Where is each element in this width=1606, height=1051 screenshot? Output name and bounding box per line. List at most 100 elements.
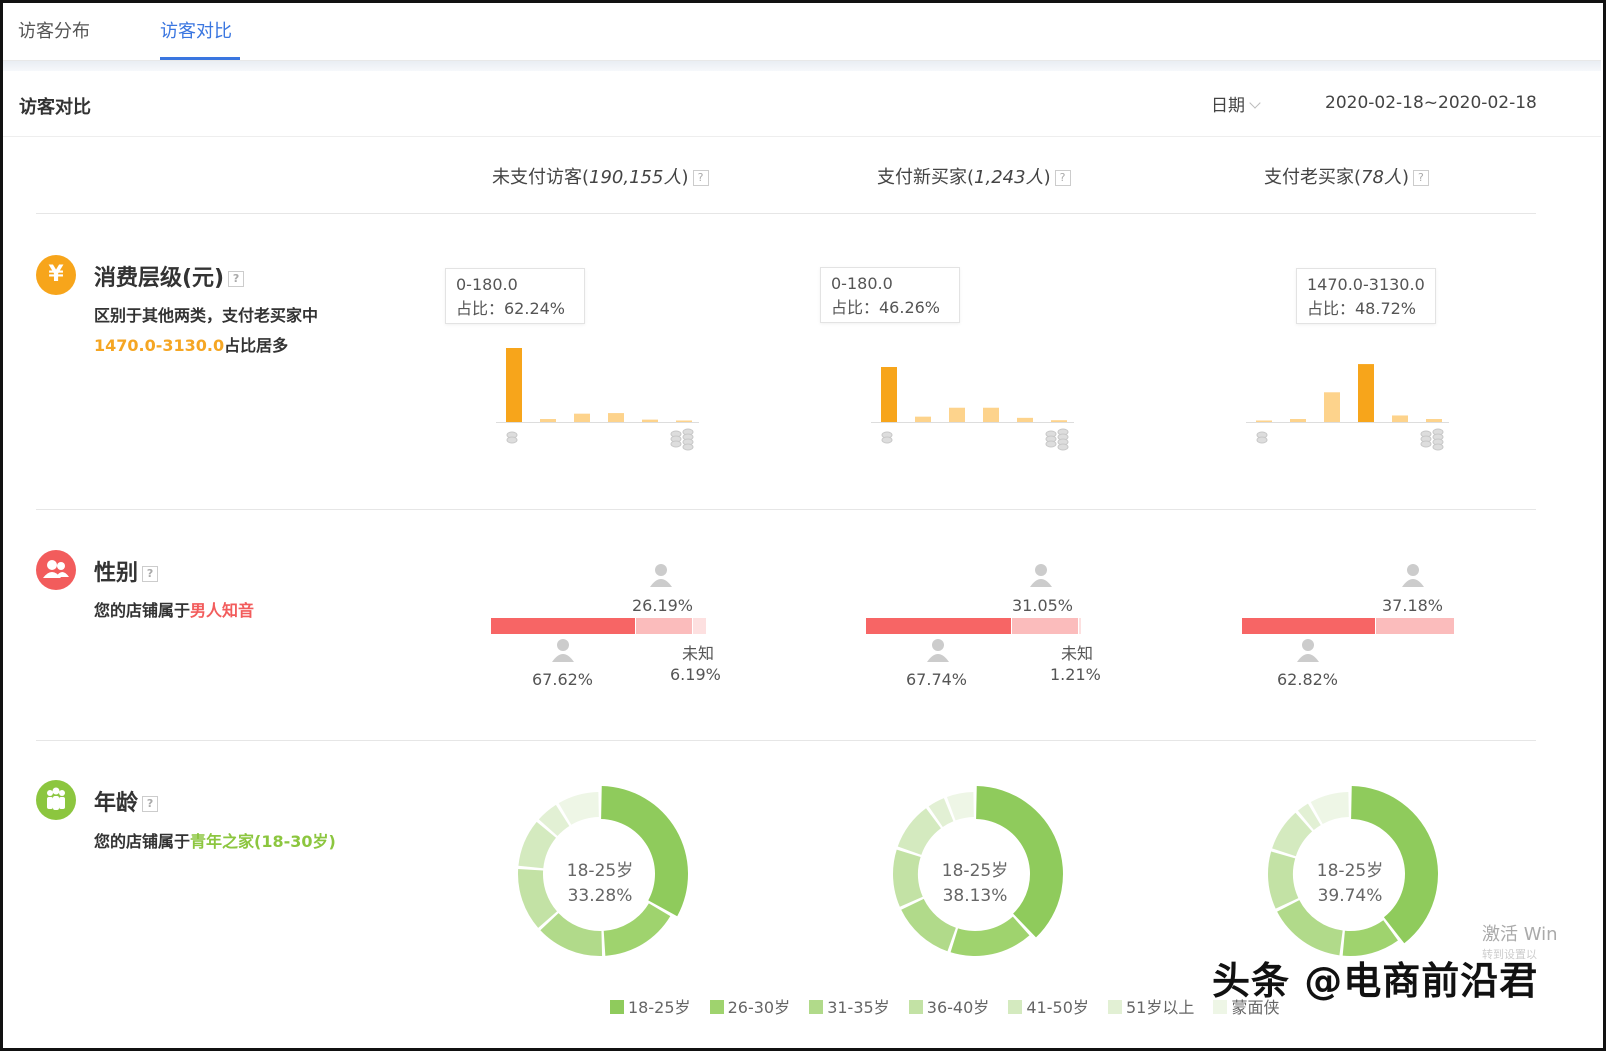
male-segment — [1242, 618, 1375, 634]
coin-stack-icon — [670, 440, 682, 448]
legend-item[interactable]: 36-40岁 — [908, 994, 989, 1018]
help-icon[interactable]: ? — [1412, 170, 1429, 186]
bar — [574, 413, 590, 422]
coin-stack-icon — [1420, 440, 1432, 448]
column-header-unpaid: 未支付访客(190,155人)? — [492, 163, 709, 189]
bar — [915, 416, 931, 422]
column-count: 78人 — [1361, 167, 1402, 188]
donut-center-value: 33.28% — [567, 886, 633, 906]
date-dropdown[interactable]: 日期 — [1211, 91, 1261, 116]
spend-bar-chart-old-buyer — [1246, 364, 1449, 451]
help-icon[interactable]: ? — [142, 566, 159, 582]
bar — [1358, 364, 1374, 422]
help-icon[interactable]: ? — [692, 170, 709, 186]
bar — [1017, 417, 1033, 422]
female-segment — [1376, 618, 1454, 634]
date-range-value: 2020-02-18~2020-02-18 — [1325, 93, 1537, 113]
legend-item[interactable]: 41-50岁 — [1008, 994, 1089, 1018]
legend-swatch — [1008, 1000, 1023, 1014]
male-percent: 67.62% — [532, 670, 594, 689]
unknown-segment — [1079, 618, 1081, 634]
divider — [36, 213, 1536, 214]
column-count: 1,243人 — [974, 167, 1044, 188]
date-dropdown-label: 日期 — [1211, 96, 1245, 116]
male-person-icon — [552, 639, 574, 662]
chevron-down-icon — [1249, 97, 1261, 109]
bar — [949, 407, 965, 422]
gender-icon — [36, 550, 76, 590]
tab-visitor-distribution[interactable]: 访客分布 — [18, 17, 90, 43]
bar — [540, 419, 556, 422]
spend-row-title: 消费层级(元)? — [94, 260, 245, 292]
donut-center-label: 18-25岁 — [941, 861, 1009, 881]
donut-slice — [897, 808, 941, 855]
male-segment — [866, 618, 1011, 634]
spend-tooltip: 0-180.0 占比：62.24% — [445, 268, 585, 324]
male-person-icon — [1297, 639, 1319, 662]
column-count: 190,155人 — [589, 167, 682, 188]
yen-icon: ¥ — [36, 255, 76, 295]
age-row-desc: 您的店铺属于青年之家(18-30岁) — [94, 832, 336, 851]
female-segment — [1012, 618, 1078, 634]
female-percent: 26.19% — [632, 596, 694, 615]
coin-stack-icon — [1045, 440, 1057, 448]
bar — [1324, 392, 1340, 422]
gender-row-title: 性别? — [94, 555, 159, 587]
coin-icon — [881, 436, 893, 444]
female-person-icon — [1402, 564, 1424, 587]
donut-slice — [540, 913, 603, 956]
donut-center-value: 39.74% — [1317, 886, 1383, 906]
male-percent: 62.82% — [1277, 670, 1339, 689]
donut-center-label: 18-25岁 — [566, 861, 634, 881]
coin-icon — [506, 436, 518, 444]
divider — [36, 740, 1536, 741]
gender-bar — [866, 618, 1081, 634]
legend-item[interactable]: 51岁以上 — [1107, 994, 1194, 1018]
donut-slice — [950, 916, 1030, 956]
column-name: 未支付访客 — [492, 167, 582, 188]
spend-row-desc: 区别于其他两类，支付老买家中 — [94, 306, 319, 325]
bar — [1290, 419, 1306, 422]
spend-tooltip: 0-180.0 占比：46.26% — [820, 267, 960, 323]
help-icon[interactable]: ? — [1054, 170, 1071, 186]
donut-center-label: 18-25岁 — [1316, 861, 1384, 881]
bar — [983, 407, 999, 422]
legend-item[interactable]: 26-30岁 — [709, 994, 790, 1018]
gender-row-desc: 您的店铺属于男人知音 — [94, 601, 255, 620]
coin-stack-icon — [682, 443, 694, 451]
legend-swatch — [809, 1000, 824, 1014]
bar — [1051, 420, 1067, 422]
legend-swatch — [908, 1000, 923, 1014]
column-name: 支付新买家 — [877, 167, 967, 188]
legend-swatch — [1107, 1000, 1122, 1014]
bar — [1256, 420, 1272, 422]
coin-stack-icon — [1057, 443, 1069, 451]
unknown-percent: 1.21% — [1050, 665, 1101, 684]
male-segment — [491, 618, 635, 634]
female-person-icon — [1030, 564, 1052, 587]
male-person-icon — [927, 639, 949, 662]
active-tab-indicator — [160, 57, 240, 60]
spend-bar-chart-new-buyer — [871, 366, 1074, 451]
watermark-text: 头条 @电商前沿君 — [1212, 959, 1539, 1003]
donut-slice — [901, 898, 956, 952]
divider — [36, 509, 1536, 510]
bar — [676, 420, 692, 422]
spend-bar-chart-unpaid — [496, 348, 699, 451]
unknown-segment — [693, 618, 706, 634]
donut-slice — [603, 903, 671, 956]
legend-item[interactable]: 18-25岁 — [610, 994, 691, 1018]
age-row-title: 年龄? — [94, 785, 159, 817]
unknown-percent: 6.19% — [670, 665, 721, 684]
section-header: 访客对比 日期 2020-02-18~2020-02-18 — [3, 71, 1601, 137]
legend-item[interactable]: 31-35岁 — [809, 994, 890, 1018]
tab-visitor-comparison[interactable]: 访客对比 — [160, 17, 232, 43]
donut-slice — [1277, 900, 1343, 956]
column-header-new-buyer: 支付新买家(1,243人)? — [877, 163, 1071, 189]
help-icon[interactable]: ? — [142, 796, 159, 812]
coin-stack-icon — [1432, 443, 1444, 451]
help-icon[interactable]: ? — [228, 271, 245, 287]
spend-tooltip: 1470.0-3130.0 占比：48.72% — [1296, 268, 1436, 324]
bar — [506, 348, 522, 422]
coin-icon — [1256, 436, 1268, 444]
